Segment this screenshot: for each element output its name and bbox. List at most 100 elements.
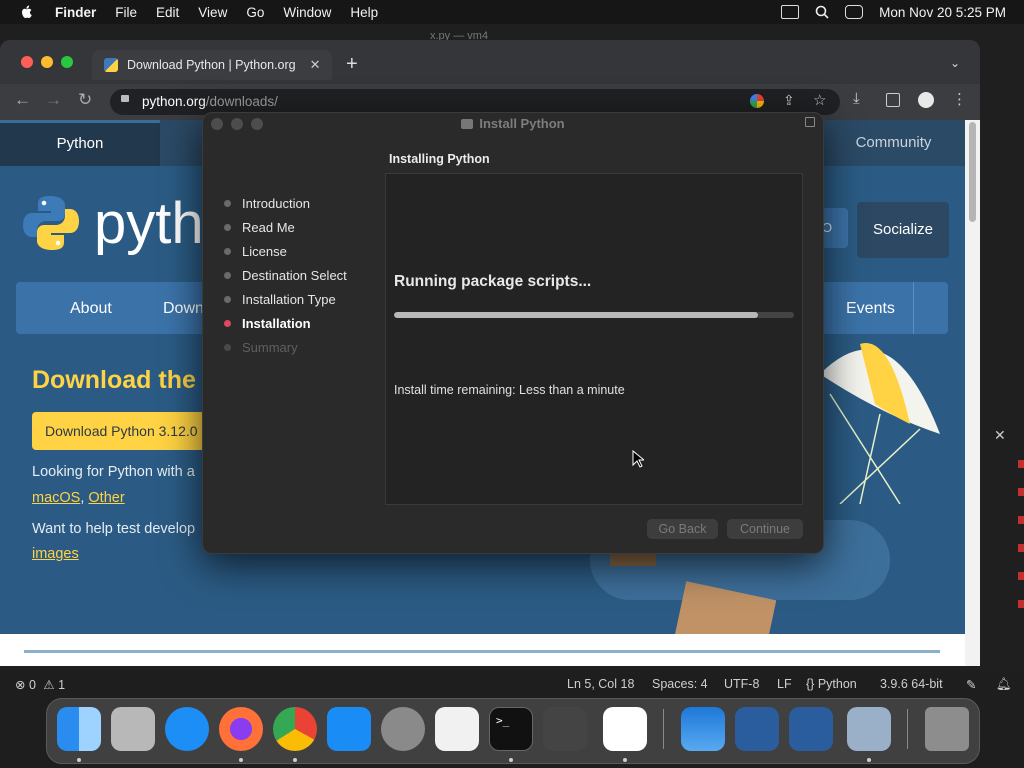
weather-icon[interactable] [681,707,725,751]
terminal-icon[interactable]: >_ [489,707,533,751]
images-link[interactable]: images [32,546,79,562]
spotlight-search-icon[interactable] [815,5,829,19]
chrome-icon[interactable] [273,707,317,751]
window-close-button[interactable] [21,56,33,68]
garageband-icon[interactable] [543,707,587,751]
indentation[interactable]: Spaces: 4 [652,677,708,691]
step-installation-label: Installation [242,315,311,331]
download-python-button[interactable]: Download Python 3.12.0 [32,412,212,450]
nav-downloads[interactable]: Down [163,300,204,318]
line-ending[interactable]: LF [777,677,792,691]
socialize-button[interactable]: Socialize [857,202,949,258]
menu-edit[interactable]: Edit [156,5,179,20]
url-host: python.org [142,94,206,109]
back-arrow-icon[interactable]: ← [14,90,31,110]
reload-icon[interactable]: ↻ [78,90,92,110]
google-lens-icon[interactable] [750,94,764,108]
virtualbox-vm-icon[interactable] [789,707,833,751]
system-preferences-icon[interactable] [381,707,425,751]
profile-avatar-icon[interactable] [918,92,934,108]
encoding[interactable]: UTF-8 [724,677,759,691]
menu-go[interactable]: Go [246,5,264,20]
installer-lock-icon[interactable] [805,117,815,127]
nav-top-python[interactable]: Python [0,120,160,166]
forward-arrow-icon[interactable]: → [45,90,62,110]
nav-top-python-label: Python [56,135,104,152]
textedit-icon[interactable] [435,707,479,751]
menu-view[interactable]: View [198,5,227,20]
cursor-position[interactable]: Ln 5, Col 18 [567,677,634,691]
installer-title: Install Python [479,116,565,131]
menu-window[interactable]: Window [283,5,331,20]
nav-top-community[interactable]: Community [822,120,965,166]
feedback-icon[interactable]: ✎ [966,677,976,692]
browser-tab[interactable]: Download Python | Python.org ✕ [92,50,332,80]
apple-menu-icon[interactable] [19,4,35,20]
step-destination-select-label: Destination Select [242,267,347,283]
install-time-remaining: Install time remaining: Less than a minu… [394,383,625,397]
donate-button-fragment[interactable]: O [822,208,848,248]
menubar-datetime[interactable]: Mon Nov 20 5:25 PM [879,5,1006,20]
tab-close-icon[interactable]: ✕ [310,57,321,73]
menu-bar: Finder File Edit View Go Window Help Mon… [0,0,1024,24]
nav-about[interactable]: About [70,300,112,318]
lock-icon[interactable] [121,95,129,102]
step-introduction-label: Introduction [242,195,310,211]
firefox-icon[interactable] [219,707,263,751]
error-icon: ⊗ [15,678,26,692]
tab-search-chevron-icon[interactable]: ⌄ [950,56,960,70]
problems-indicator[interactable]: ⊗ 0 ⚠ 1 [15,677,65,692]
macos-link[interactable]: macOS [32,490,80,506]
page-scrollbar-thumb[interactable] [969,122,976,222]
nav-divider [913,282,914,334]
download-python-button-label: Download Python 3.12.0 [45,423,198,439]
running-indicator [293,758,297,762]
running-indicator [77,758,81,762]
trash-icon[interactable] [925,707,969,751]
menu-file[interactable]: File [115,5,137,20]
language-mode[interactable]: {} Python [806,677,857,691]
other-link[interactable]: Other [88,490,124,506]
menu-app-finder[interactable]: Finder [55,5,96,20]
continue-button[interactable]: Continue [727,519,803,539]
step-dot [224,271,231,279]
step-summary: Summary [223,337,298,357]
go-back-button[interactable]: Go Back [647,519,718,539]
bookmark-star-icon[interactable]: ☆ [813,91,826,109]
python-logo-icon[interactable] [22,194,80,252]
menu-help[interactable]: Help [350,5,378,20]
downloads-icon[interactable] [847,707,891,751]
share-icon[interactable]: ⇪ [783,92,795,109]
warning-count: 1 [58,678,66,692]
running-indicator [239,758,243,762]
socialize-label: Socialize [872,221,934,238]
new-tab-button[interactable]: + [346,53,358,76]
url-path: /downloads/ [205,94,278,109]
virtualbox-icon[interactable] [735,707,779,751]
language-mode-label: Python [817,677,857,691]
dock-separator [663,709,664,749]
step-dot [224,343,231,351]
downloads-icon-toolbar[interactable]: ⤓ [853,90,860,107]
install-progress-fill [394,312,758,318]
nav-events[interactable]: Events [846,300,895,318]
python-interpreter[interactable]: 3.9.6 64-bit [880,677,943,691]
control-center-icon[interactable] [845,5,864,19]
vscode-edge-markers [1018,460,1024,620]
vscode-close-panel-icon[interactable]: ✕ [994,427,1006,444]
window-zoom-button[interactable] [61,56,73,68]
chrome-menu-icon[interactable]: ⋮ [952,90,967,108]
screen-mirroring-icon[interactable] [781,5,800,19]
app-store-icon[interactable] [327,707,371,751]
finder-icon[interactable] [57,707,101,751]
url-text: python.org/downloads/ [142,94,278,109]
vscode-icon[interactable] [603,707,647,751]
install-python-dialog: Install Python Installing Python Introdu… [202,112,824,554]
safari-icon[interactable] [165,707,209,751]
launchpad-icon[interactable] [111,707,155,751]
side-panel-icon[interactable] [886,93,900,107]
window-minimize-button[interactable] [41,56,53,68]
install-progress-bar [394,312,794,318]
step-read-me-label: Read Me [242,219,295,235]
notifications-bell-icon[interactable]: 🔔︎ [996,677,1012,692]
